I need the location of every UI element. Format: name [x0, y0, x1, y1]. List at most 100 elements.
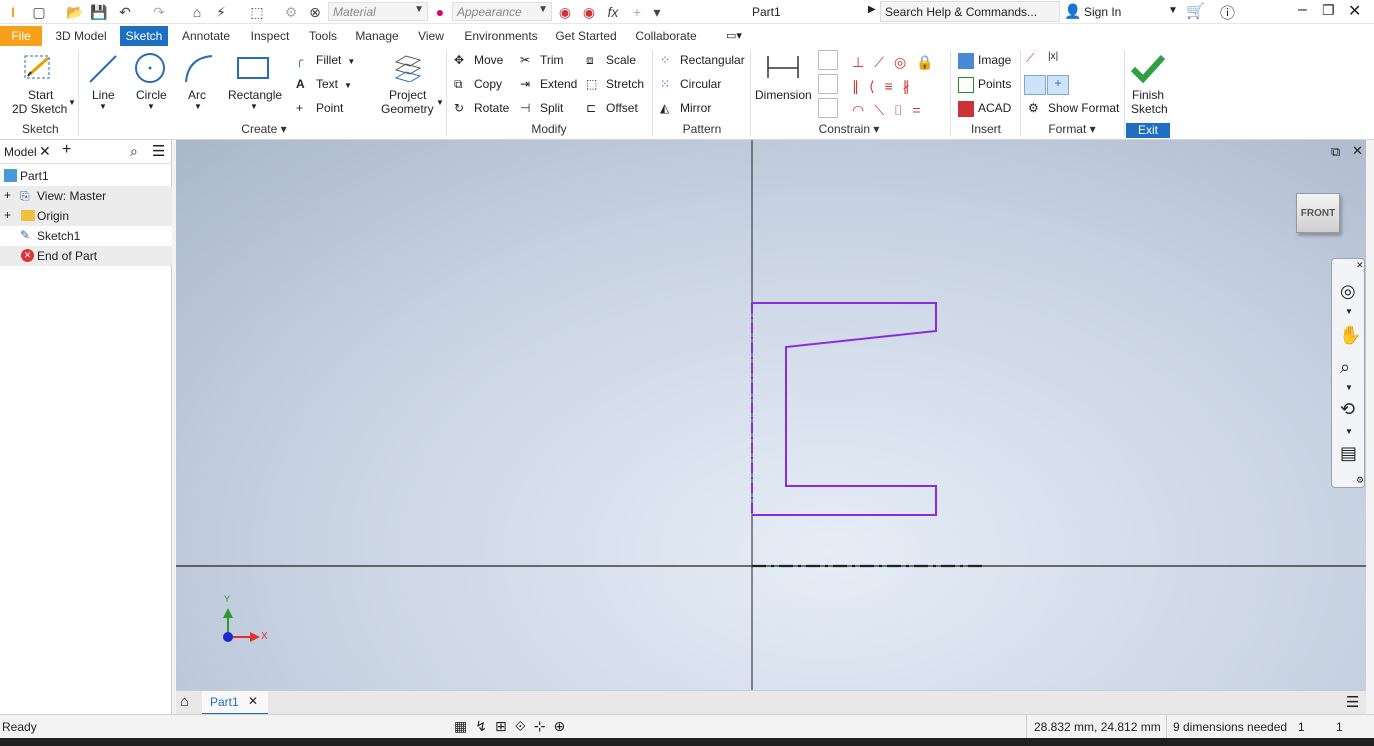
rotate-button[interactable]: ↻ Rotate [454, 101, 509, 117]
text-dropdown-icon[interactable]: ▼ [344, 81, 352, 90]
sign-in-dropdown-icon[interactable]: ▼ [1168, 5, 1178, 16]
new-file-icon[interactable]: ▢ [30, 3, 48, 21]
tab-get-started[interactable]: Get Started [552, 26, 620, 46]
select-icon[interactable]: ⬚ [248, 3, 266, 21]
update-icon[interactable]: ⚡ [212, 3, 230, 21]
line-dropdown-icon[interactable]: ▼ [99, 102, 107, 111]
tree-item-sketch1[interactable]: ✎ Sketch1 [0, 226, 172, 246]
tree-item-view-master[interactable]: + ⎘ View: Master [0, 186, 172, 206]
properties-icon[interactable]: ⚙ [282, 3, 300, 21]
browser-tab-model[interactable]: Model [4, 145, 37, 159]
centerline-icon[interactable] [1024, 75, 1046, 95]
constraint-row-2-icons[interactable]: ∥⟨≡∦ [852, 74, 948, 98]
move-button[interactable]: ✥ Move [454, 53, 503, 69]
constraint-settings-icon[interactable] [818, 98, 838, 118]
navbar-close-icon[interactable]: ✕ [1356, 260, 1364, 271]
home-tab-icon[interactable]: ⌂ [180, 693, 189, 710]
clear-appearance-icon[interactable]: ⊗ [306, 3, 324, 21]
finish-label[interactable]: Finish [1132, 88, 1164, 102]
fillet-button[interactable]: ╭ Fillet ▼ [296, 53, 355, 69]
tab-collaborate[interactable]: Collaborate [628, 26, 704, 46]
circle-icon[interactable] [134, 52, 168, 86]
orbit-dropdown-icon[interactable]: ▼ [1345, 427, 1353, 436]
auto-dimension-icon[interactable] [818, 50, 838, 70]
zoom-icon[interactable]: ⌕ [1340, 357, 1350, 378]
tab-tools[interactable]: Tools [304, 26, 342, 46]
inventor-logo-icon[interactable]: I [4, 3, 22, 21]
copy-button[interactable]: ⧉ Copy [454, 77, 502, 93]
tab-environments[interactable]: Environments [458, 26, 544, 46]
graphics-window[interactable]: Y X FRONT ⧉ ✕ [176, 140, 1366, 690]
project-label[interactable]: Project [389, 88, 426, 102]
project-dropdown-icon[interactable]: ▼ [436, 98, 444, 107]
finish-check-icon[interactable] [1130, 52, 1166, 84]
driven-dimension-icon[interactable]: |x| [1048, 51, 1068, 69]
adjust-appearance-icon[interactable]: ◉ [556, 3, 574, 21]
constraint-row-1-icons[interactable]: ⊥⟋◎🔒 [852, 50, 948, 74]
line-icon[interactable] [86, 52, 120, 86]
tab-manage[interactable]: Manage [350, 26, 404, 46]
fillet-dropdown-icon[interactable]: ▼ [347, 57, 355, 66]
start-sketch-dropdown-icon[interactable]: ▼ [68, 98, 76, 107]
tree-item-origin[interactable]: + Origin [0, 206, 172, 226]
project-geometry-icon[interactable] [392, 52, 422, 82]
rectangle-dropdown-icon[interactable]: ▼ [250, 102, 258, 111]
customize-icon[interactable]: ▾ [648, 3, 666, 21]
extend-button[interactable]: ⇥ Extend [520, 77, 577, 93]
home-icon[interactable]: ⌂ [188, 3, 206, 21]
trim-button[interactable]: ✂ Trim [520, 53, 564, 69]
look-at-icon[interactable]: ▤ [1340, 443, 1357, 464]
circle-button[interactable]: Circle [136, 88, 167, 102]
undo-icon[interactable]: ↶ [116, 3, 134, 21]
add-browser-icon[interactable]: + [62, 141, 71, 159]
tree-item-end-of-part[interactable]: ✕ End of Part [0, 246, 172, 266]
steering-wheel-icon[interactable]: ◎ [1340, 281, 1356, 302]
tab-annotate[interactable]: Annotate [176, 26, 236, 46]
tree-item-part1[interactable]: Part1 [0, 166, 172, 186]
parameters-icon[interactable]: fx [604, 3, 622, 21]
steering-dropdown-icon[interactable]: ▼ [1345, 307, 1353, 316]
line-button[interactable]: Line [92, 88, 115, 102]
redo-icon[interactable]: ↷ [150, 3, 168, 21]
pan-icon[interactable]: ✋ [1339, 325, 1361, 346]
help-icon[interactable]: ⓘ [1220, 2, 1235, 23]
material-select[interactable]: Material ▼ [328, 2, 428, 21]
orbit-icon[interactable]: ⟲ [1340, 399, 1355, 420]
sketch-canvas[interactable] [176, 140, 1366, 690]
panel-label-format[interactable]: Format ▾ [1044, 122, 1100, 136]
viewport-close-icon[interactable]: ✕ [1352, 143, 1363, 159]
tab-sketch[interactable]: Sketch [120, 26, 168, 46]
menu-icon[interactable]: ☰ [152, 142, 165, 160]
document-tab-close-icon[interactable]: ✕ [248, 694, 258, 708]
search-expand-icon[interactable]: ▶ [868, 4, 876, 15]
arc-icon[interactable] [182, 52, 216, 86]
tab-3d-model[interactable]: 3D Model [50, 26, 112, 46]
show-constraints-icon[interactable] [818, 74, 838, 94]
center-point-icon[interactable]: + [1047, 75, 1069, 95]
document-list-icon[interactable]: ☰ [1346, 693, 1359, 711]
point-button[interactable]: + Point [296, 101, 343, 117]
dimension-icon[interactable] [766, 54, 800, 80]
save-icon[interactable]: 💾 [90, 3, 108, 21]
close-browser-icon[interactable]: ✕ [39, 143, 51, 160]
navbar-options-icon[interactable]: ⚙ [1356, 475, 1364, 486]
status-tools-icons[interactable]: ▦↯⊞⟐⊹⊕ [454, 718, 573, 735]
arc-button[interactable]: Arc [188, 88, 206, 102]
split-button[interactable]: ⊣ Split [520, 101, 563, 117]
tab-inspect[interactable]: Inspect [244, 26, 296, 46]
viewport-layout-icon[interactable]: ⧉ [1331, 144, 1340, 160]
points-button[interactable]: Points [958, 77, 1011, 93]
scale-button[interactable]: ⧈ Scale [586, 53, 636, 69]
search-input[interactable]: Search Help & Commands... [880, 1, 1060, 22]
show-format-button[interactable]: ⚙ Show Format [1028, 101, 1119, 117]
expand-icon[interactable]: + [4, 188, 11, 202]
constraint-row-3-icons[interactable]: ◠⟍⌷= [852, 98, 948, 122]
finish-label-2[interactable]: Sketch [1131, 102, 1168, 116]
zoom-dropdown-icon[interactable]: ▼ [1345, 383, 1353, 392]
text-button[interactable]: A Text ▼ [296, 77, 352, 93]
arc-dropdown-icon[interactable]: ▼ [194, 102, 202, 111]
offset-button[interactable]: ⊏ Offset [586, 101, 638, 117]
close-icon[interactable]: ✕ [1348, 1, 1361, 21]
circle-dropdown-icon[interactable]: ▼ [147, 102, 155, 111]
clear-override-icon[interactable]: ◉ [580, 3, 598, 21]
